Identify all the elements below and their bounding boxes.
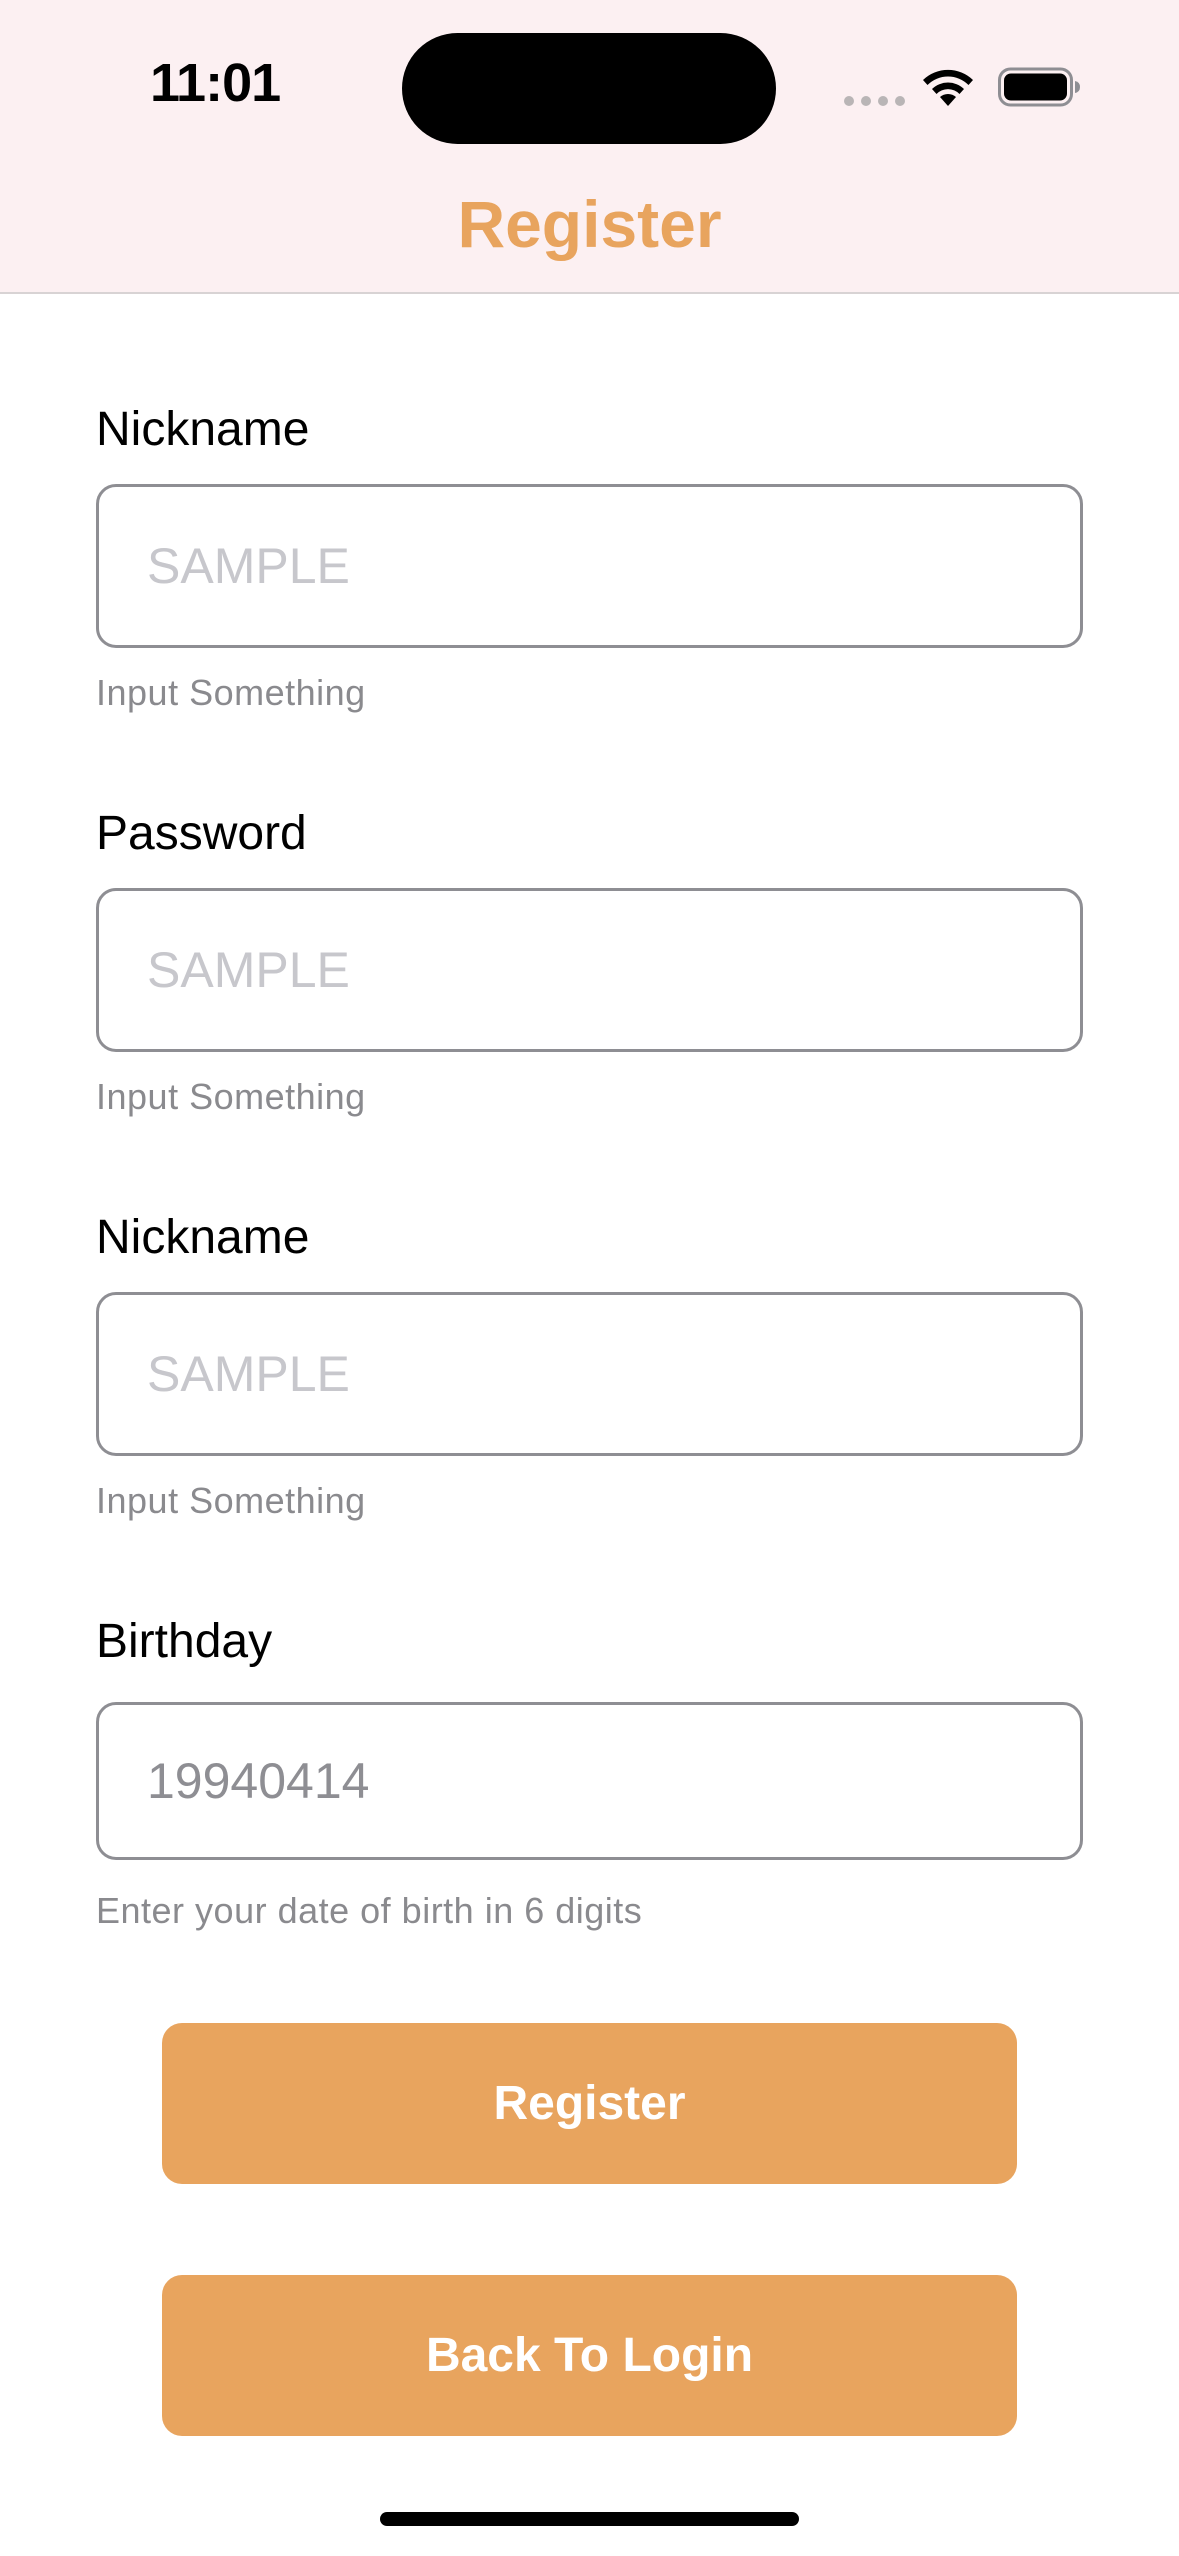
dynamic-island [402, 33, 776, 144]
battery-icon [998, 67, 1080, 107]
status-time: 11:01 [150, 53, 281, 113]
birthday-label: Birthday [96, 1615, 273, 1668]
cellular-signal-icon [844, 96, 905, 106]
home-indicator[interactable] [380, 2512, 799, 2526]
nickname-label: Nickname [96, 403, 310, 456]
nickname-confirm-label: Nickname [96, 1211, 310, 1264]
page-title: Register [457, 187, 722, 261]
back-to-login-button[interactable]: Back To Login [162, 2275, 1017, 2436]
password-hint: Input Something [96, 1076, 366, 1117]
nickname-input[interactable] [96, 484, 1083, 648]
password-label: Password [96, 807, 307, 860]
password-input[interactable] [96, 888, 1083, 1052]
register-screen: 11:01 Register Nickname Input Something … [0, 0, 1179, 2556]
nickname-confirm-hint: Input Something [96, 1480, 366, 1521]
nickname-hint: Input Something [96, 672, 366, 713]
birthday-hint: Enter your date of birth in 6 digits [96, 1890, 643, 1931]
register-button[interactable]: Register [162, 2023, 1017, 2184]
nickname-confirm-input[interactable] [96, 1292, 1083, 1456]
birthday-input[interactable] [96, 1702, 1083, 1860]
wifi-icon [923, 69, 973, 106]
header: 11:01 Register [0, 0, 1179, 294]
